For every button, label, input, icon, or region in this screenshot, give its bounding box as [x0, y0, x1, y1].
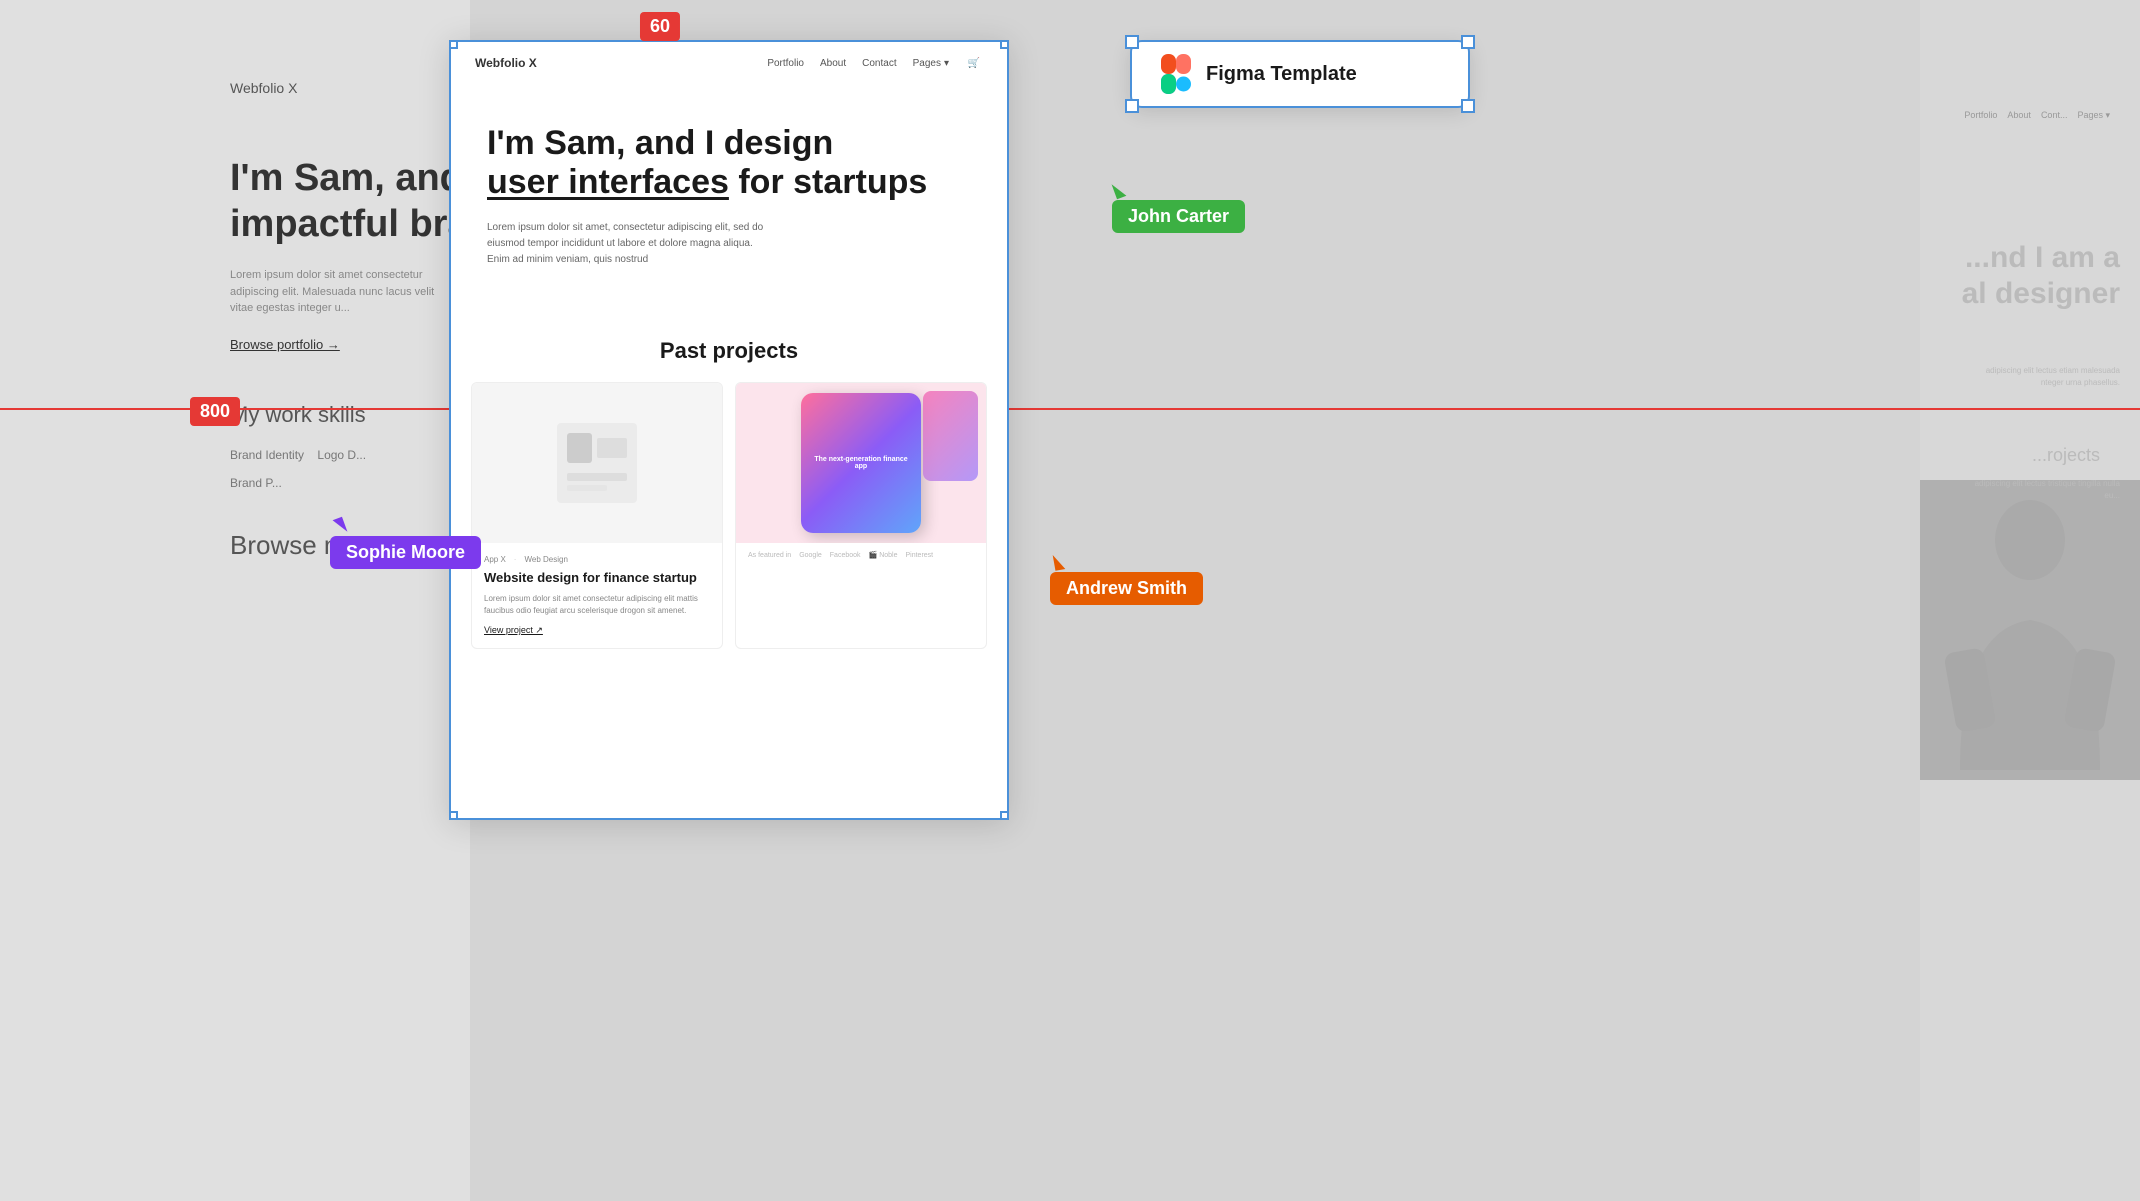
left-panel-content: Webfolio X I'm Sam, and impactful bra Lo… [230, 80, 470, 561]
hero-line2-rest: for startups [729, 163, 927, 201]
nav-cart-icon[interactable]: 🛒 [965, 56, 983, 70]
project-card-1-body: App X · Web Design Website design for fi… [472, 543, 722, 648]
left-background-panel: Webfolio X I'm Sam, and impactful bra Lo… [0, 0, 470, 1201]
project-tag-webdesign: Web Design [524, 555, 567, 564]
right-nav-contact: Cont... [2041, 110, 2068, 121]
cursor-sophie-moore: Sophie Moore [330, 518, 481, 569]
nav-pages[interactable]: Pages ▾ [913, 58, 949, 69]
selection-handle-bl[interactable] [449, 811, 458, 820]
frame-nav-links: Portfolio About Contact Pages ▾ 🛒 [767, 56, 983, 70]
left-desc: Lorem ipsum dolor sit amet consectetur a… [230, 267, 450, 317]
right-background-panel: Portfolio About Cont... Pages ▾ ...nd I … [1920, 0, 2140, 1201]
john-arrow-icon [1112, 181, 1127, 199]
past-projects-section: Past projects App X · [451, 338, 1007, 649]
nav-about[interactable]: About [820, 58, 846, 69]
figma-badge-text: Figma Template [1206, 63, 1357, 86]
figma-handle-tl[interactable] [1125, 35, 1139, 49]
right-nav-pages: Pages ▾ [2077, 110, 2110, 121]
project-desc-1: Lorem ipsum dolor sit amet consectetur a… [484, 593, 710, 617]
right-projects-label: ...rojects [2032, 445, 2100, 466]
logo-noble: 🎬 Noble [869, 551, 898, 559]
right-project-small: adipiscing elit lectus tristique tingill… [1970, 478, 2120, 502]
section-title: Past projects [471, 338, 987, 364]
right-hero-text: ...nd I am a al designer [1962, 240, 2120, 312]
person-image [1920, 480, 2140, 780]
andrew-arrow-icon [1053, 553, 1066, 570]
cursor-john-carter: John Carter [1112, 182, 1245, 233]
cursor-andrew-smith: Andrew Smith [1050, 554, 1203, 605]
left-skills-items: Brand Identity Logo D... Brand P... [230, 448, 470, 490]
project-card-2-image: The next-generation finance app [736, 383, 986, 543]
main-design-frame: Webfolio X Portfolio About Contact Pages… [449, 40, 1009, 820]
left-brand: Webfolio X [230, 80, 470, 96]
selection-handle-br[interactable] [1000, 811, 1009, 820]
ruler-label-60: 60 [640, 12, 680, 41]
left-heading: I'm Sam, and impactful bra [230, 156, 470, 247]
left-skills-title: My work skills [230, 402, 470, 428]
project-tag-appx: App X [484, 555, 506, 564]
project-card-1: App X · Web Design Website design for fi… [471, 382, 723, 649]
logo-facebook: Facebook [830, 552, 861, 559]
right-small-desc: adipiscing elit lectus etiam malesuada n… [1970, 365, 2120, 389]
sophie-arrow-icon [333, 517, 348, 535]
right-nav-portfolio: Portfolio [1964, 110, 1997, 121]
logo-google: Google [799, 552, 822, 559]
featured-label: As featured in [748, 552, 791, 559]
figma-handle-bl[interactable] [1125, 99, 1139, 113]
figma-handle-tr[interactable] [1461, 35, 1475, 49]
phone-decoration [923, 391, 978, 481]
person-silhouette [1920, 480, 2140, 780]
card1-placeholder-svg [557, 423, 637, 503]
phone-screen-text: The next-generation finance app [801, 448, 921, 478]
figma-icon [1160, 58, 1192, 90]
hero-description: Lorem ipsum dolor sit amet, consectetur … [487, 220, 827, 268]
ruler-label-800: 800 [190, 397, 240, 426]
frame-hero: I'm Sam, and I design user interfaces fo… [451, 84, 1007, 288]
project-link-1[interactable]: View project ↗ [484, 625, 710, 636]
project-title-1: Website design for finance startup [484, 570, 710, 587]
logo-pinterest: Pinterest [905, 552, 933, 559]
featured-logos: As featured in Google Facebook 🎬 Noble P… [736, 543, 986, 567]
phone-mockup: The next-generation finance app [801, 393, 921, 533]
nav-contact[interactable]: Contact [862, 58, 896, 69]
figma-badge: Figma Template [1130, 40, 1470, 108]
left-browse-link: Browse portfolio → [230, 337, 470, 352]
right-nav-about: About [2007, 110, 2031, 121]
measurement-line [0, 408, 2140, 410]
selection-handle-tr[interactable] [1000, 40, 1009, 49]
sophie-moore-name-tag: Sophie Moore [330, 536, 481, 569]
projects-grid: App X · Web Design Website design for fi… [471, 382, 987, 649]
frame-navbar: Webfolio X Portfolio About Contact Pages… [451, 42, 1007, 84]
right-nav-area: Portfolio About Cont... Pages ▾ [1964, 110, 2110, 121]
figma-svg [1161, 54, 1191, 94]
john-carter-name-tag: John Carter [1112, 200, 1245, 233]
project-card-1-image [472, 383, 722, 543]
hero-underlined: user interfaces [487, 163, 729, 201]
andrew-smith-name-tag: Andrew Smith [1050, 572, 1203, 605]
project-tags-1: App X · Web Design [484, 555, 710, 564]
frame-brand: Webfolio X [475, 56, 537, 70]
hero-title: I'm Sam, and I design user interfaces fo… [487, 124, 971, 202]
project-tag-sep: · [514, 555, 517, 564]
selection-handle-tl[interactable] [449, 40, 458, 49]
figma-handle-br[interactable] [1461, 99, 1475, 113]
project-card-2: The next-generation finance app As featu… [735, 382, 987, 649]
nav-portfolio[interactable]: Portfolio [767, 58, 804, 69]
person-svg [1940, 490, 2120, 770]
